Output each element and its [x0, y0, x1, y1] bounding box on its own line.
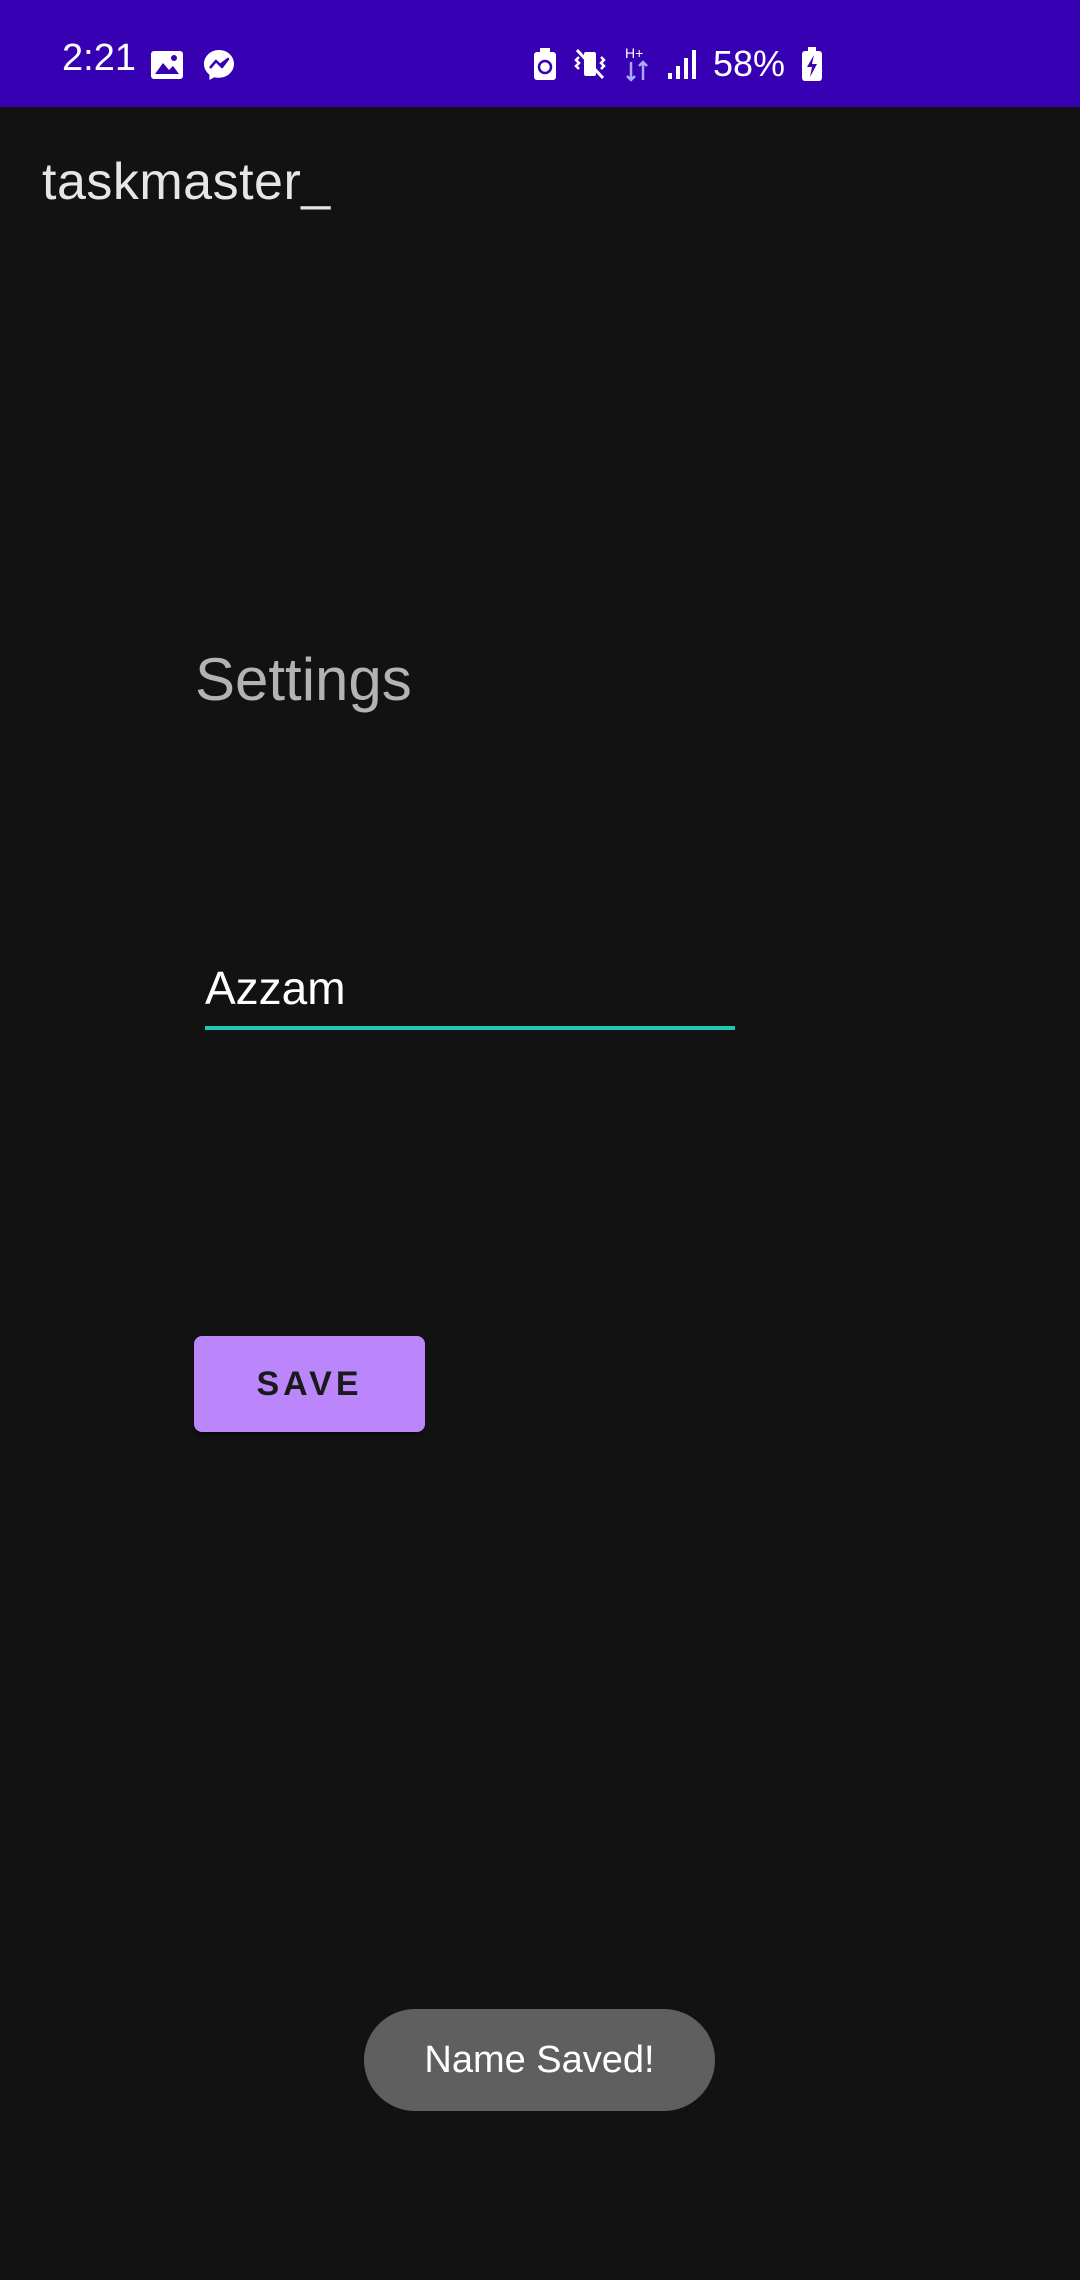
system-status-icons: H+ 58% [533, 38, 823, 90]
battery-charging-icon [801, 46, 823, 82]
toast-message: Name Saved! [364, 2009, 715, 2111]
status-bar: 2:21 H+ 58% [0, 0, 1080, 107]
notification-icons [150, 48, 236, 82]
save-button-label: SAVE [256, 1364, 363, 1403]
name-input[interactable] [205, 950, 735, 1030]
app-title: taskmaster_ [42, 153, 331, 211]
signal-icon [667, 47, 697, 81]
toast-text: Name Saved! [424, 2038, 655, 2081]
network-type-icon: H+ [623, 44, 651, 84]
vibrate-mute-icon [573, 47, 607, 81]
network-type-label: H+ [625, 45, 643, 61]
save-button[interactable]: SAVE [194, 1336, 425, 1432]
status-time: 2:21 [62, 37, 136, 79]
messenger-icon [202, 48, 236, 82]
settings-heading: Settings [195, 646, 412, 713]
battery-saver-icon [533, 47, 557, 81]
image-icon [150, 50, 184, 80]
settings-screen: 2:21 H+ 58% taskmaster_ Settings Azzam S… [0, 0, 1080, 2280]
battery-percent: 58% [713, 43, 786, 84]
